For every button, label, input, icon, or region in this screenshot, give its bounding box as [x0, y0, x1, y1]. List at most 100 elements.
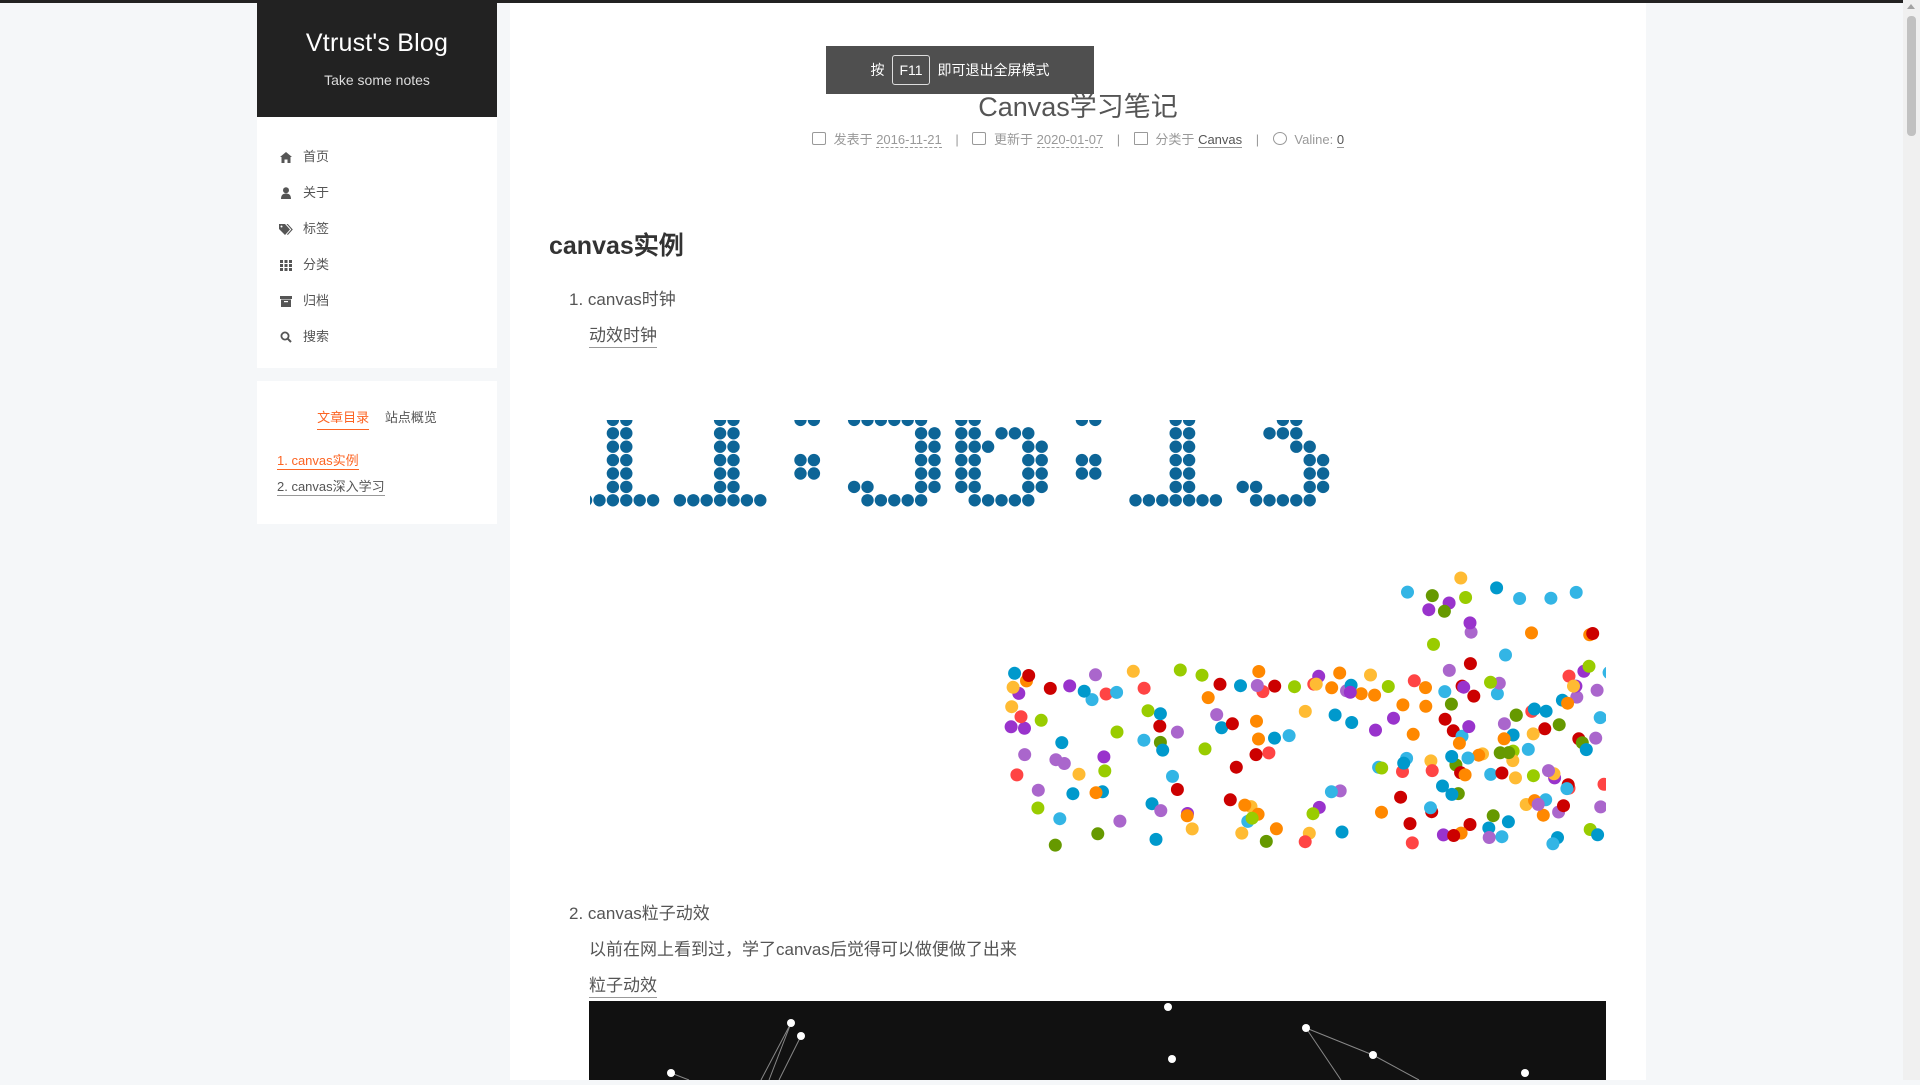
clock-dot [955, 440, 968, 453]
clock-dot [914, 494, 928, 507]
falling-ball [1031, 801, 1045, 815]
comments-count[interactable]: 0 [1336, 132, 1345, 148]
falling-ball [1269, 822, 1283, 836]
particle-link-row: 粒子动效 [589, 971, 657, 998]
falling-ball [1438, 685, 1452, 699]
menu-item-categories[interactable]: 分类 [257, 247, 497, 283]
falling-ball [1031, 783, 1045, 797]
toc-item[interactable]: 2. canvas深入学习 [277, 479, 385, 496]
falling-ball [1591, 828, 1605, 842]
page-scrollbar[interactable] [1903, 0, 1920, 1080]
falling-ball [1010, 768, 1024, 782]
falling-ball [1066, 787, 1080, 801]
clock-dot [807, 413, 821, 427]
falling-ball [1137, 681, 1151, 695]
clock-dot [579, 494, 593, 507]
falling-ball [1444, 697, 1458, 711]
clock-dot [874, 494, 888, 507]
menu-item-archives[interactable]: 归档 [257, 283, 497, 319]
falling-ball [1526, 769, 1540, 783]
falling-ball [1526, 727, 1540, 741]
falling-ball [1324, 785, 1338, 799]
falling-ball [1427, 637, 1440, 651]
clock-dot [606, 494, 620, 507]
canvas-clock-demo [566, 373, 1616, 880]
clock-dot [914, 413, 928, 427]
particle-demo-link[interactable]: 粒子动效 [589, 976, 657, 998]
site-brand: Vtrust's Blog Take some notes [257, 3, 497, 117]
clock-dot [606, 453, 620, 467]
list-title: canvas时钟 [587, 290, 676, 309]
clock-dot [1290, 413, 1303, 427]
list-number: 1. [569, 290, 584, 309]
falling-ball [1589, 731, 1603, 745]
clock-dot [727, 480, 740, 494]
paragraph: 以前在网上看到过，学了canvas后觉得可以做便做了出来 [589, 940, 1017, 959]
clock-dot [968, 494, 981, 507]
falling-ball [1458, 768, 1472, 782]
falling-ball [1156, 743, 1170, 757]
clock-dot [1035, 440, 1048, 453]
clock-dot [1316, 453, 1330, 467]
menu-item-about[interactable]: 关于 [257, 175, 497, 211]
clock-dot [1182, 480, 1196, 494]
clock-dot [955, 467, 968, 480]
clock-demo-link[interactable]: 动效时钟 [589, 326, 657, 348]
falling-ball [1438, 712, 1452, 726]
clock-dot [700, 494, 713, 507]
list-item: 1. canvas时钟 [569, 285, 676, 310]
f11-key: F11 [892, 55, 930, 85]
falling-ball [1447, 829, 1461, 842]
falling-ball [1509, 708, 1523, 722]
falling-ball [1445, 787, 1459, 801]
clock-dot [794, 413, 807, 427]
scrollbar-thumb[interactable] [1907, 16, 1916, 136]
clock-dot [914, 480, 928, 494]
clock-dot [1290, 494, 1303, 507]
falling-ball [1170, 725, 1184, 739]
user-icon [279, 186, 293, 200]
menu-item-home[interactable]: 首页 [257, 139, 497, 175]
clock-dot [1182, 453, 1196, 467]
menu-item-search[interactable]: 搜索 [257, 319, 497, 355]
canvas-particle-demo [589, 1001, 1606, 1081]
falling-ball [1502, 746, 1516, 760]
clock-dot [633, 494, 646, 507]
falling-ball [1306, 807, 1320, 821]
falling-ball [1463, 657, 1477, 671]
falling-ball [1229, 760, 1243, 774]
tab-toc[interactable]: 文章目录 [317, 407, 370, 430]
falling-ball [1527, 702, 1541, 716]
clock-dot [713, 440, 727, 453]
falling-ball [1422, 603, 1436, 617]
comment-icon [1272, 132, 1287, 145]
site-title[interactable]: Vtrust's Blog [257, 29, 497, 58]
falling-ball [1213, 677, 1227, 691]
falling-ball [1077, 684, 1091, 698]
falling-ball [1442, 663, 1456, 677]
posted-date: 2016-11-21 [876, 132, 942, 148]
tab-overview[interactable]: 站点概览 [385, 407, 437, 429]
clock-dot [888, 413, 901, 427]
clock-dot [740, 494, 754, 507]
toc-item[interactable]: 1. canvas实例 [277, 453, 359, 470]
meta-divider: | [955, 132, 959, 147]
falling-ball [1445, 750, 1459, 763]
clock-dot [606, 440, 620, 453]
falling-ball [1154, 804, 1168, 818]
menu-item-tags[interactable]: 标签 [257, 211, 497, 247]
falling-ball [1579, 743, 1593, 757]
clock-dot [794, 453, 807, 467]
category-link[interactable]: Canvas [1198, 132, 1243, 148]
clock-dot [1290, 427, 1303, 440]
sidebar-toc: 文章目录 站点概览 1. canvas实例 2. canvas深入学习 [257, 381, 497, 524]
falling-ball [1268, 731, 1281, 745]
post-meta: 发表于 2016-11-21 | 更新于 2020-01-07 | 分类于 Ca… [510, 129, 1646, 148]
falling-ball [1544, 591, 1558, 605]
scroll-up-arrow-icon[interactable] [1907, 4, 1915, 9]
falling-ball [1091, 827, 1105, 841]
clock-dot [620, 427, 633, 440]
clock-dot [1089, 453, 1102, 467]
falling-ball [1245, 811, 1259, 825]
clock-dot [928, 453, 941, 467]
